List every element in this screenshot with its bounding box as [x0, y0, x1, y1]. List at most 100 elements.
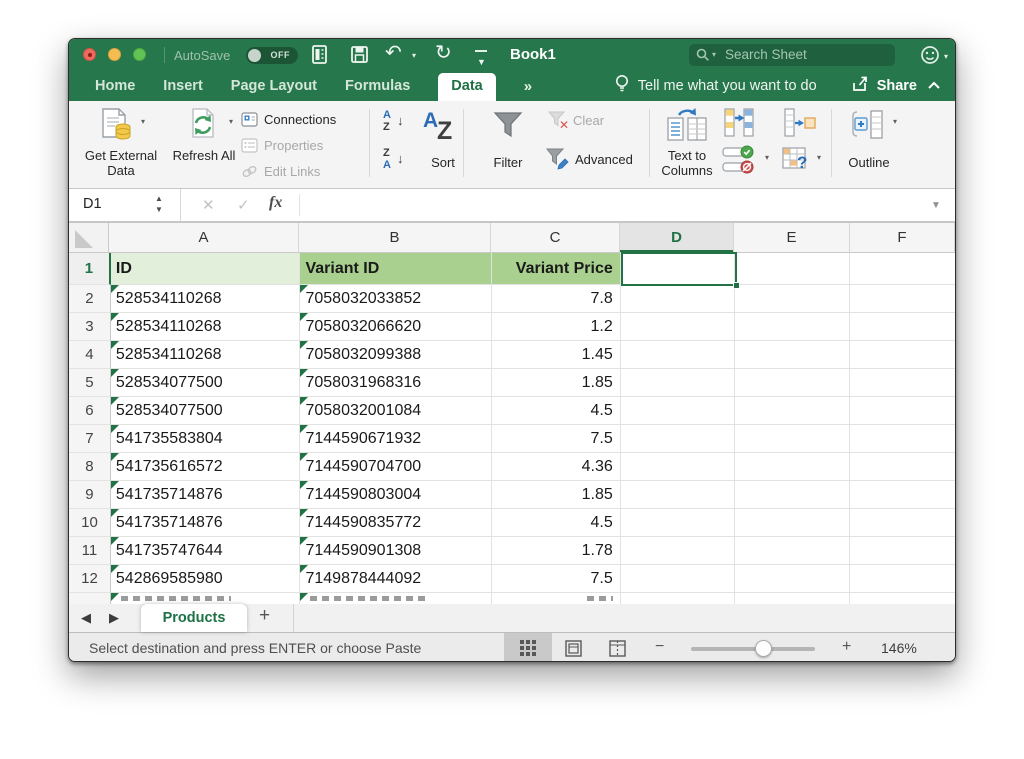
- cell[interactable]: [492, 593, 621, 604]
- cell-E11[interactable]: [735, 537, 851, 565]
- cell-B2[interactable]: 7058032033852: [300, 285, 492, 313]
- add-sheet-button[interactable]: +: [259, 605, 270, 627]
- sort-ascending-button[interactable]: A Z ↓: [381, 109, 415, 135]
- share-label[interactable]: Share: [877, 78, 917, 94]
- cell-C3[interactable]: 1.2: [492, 313, 621, 341]
- row-header-7[interactable]: 7: [69, 425, 111, 453]
- cell-D8[interactable]: [621, 453, 735, 481]
- cell-B3[interactable]: 7058032066620: [300, 313, 492, 341]
- smiley-dropdown-icon[interactable]: ▾: [944, 52, 948, 61]
- column-header-F[interactable]: F: [850, 223, 955, 253]
- advanced-filter-button[interactable]: Advanced: [575, 153, 649, 168]
- minimize-button[interactable]: [108, 48, 121, 61]
- row-header[interactable]: [69, 593, 111, 604]
- flash-fill-icon[interactable]: [721, 107, 757, 142]
- cell-F9[interactable]: [850, 481, 955, 509]
- prev-sheet-button[interactable]: ◀: [81, 610, 91, 626]
- cell-F2[interactable]: [850, 285, 955, 313]
- cell[interactable]: [111, 593, 301, 604]
- search-scope-dropdown-icon[interactable]: ▾: [712, 50, 716, 59]
- filter-icon[interactable]: [491, 109, 525, 146]
- cell-A6[interactable]: 528534077500: [111, 397, 301, 425]
- cell-A1[interactable]: ID: [111, 253, 301, 285]
- cell-E10[interactable]: [735, 509, 851, 537]
- data-validation-dropdown-icon[interactable]: ▾: [765, 153, 769, 162]
- column-header-B[interactable]: B: [299, 223, 491, 253]
- column-header-E[interactable]: E: [734, 223, 850, 253]
- cell-C4[interactable]: 1.45: [492, 341, 621, 369]
- insert-function-icon[interactable]: fx: [269, 194, 282, 212]
- cell-A2[interactable]: 528534110268: [111, 285, 301, 313]
- column-header-D[interactable]: D: [620, 223, 734, 253]
- cell-F7[interactable]: [850, 425, 955, 453]
- cell[interactable]: [621, 593, 735, 604]
- collapse-ribbon-icon[interactable]: [927, 77, 941, 95]
- row-header-8[interactable]: 8: [69, 453, 111, 481]
- ribbon-tab-home[interactable]: Home: [95, 78, 135, 94]
- refresh-all-button[interactable]: Refresh All: [169, 149, 239, 164]
- outline-icon[interactable]: [849, 108, 887, 147]
- page-layout-view-icon[interactable]: [565, 640, 582, 662]
- select-all-button[interactable]: [69, 223, 109, 253]
- zoom-in-button[interactable]: +: [842, 638, 851, 656]
- cell-E5[interactable]: [735, 369, 851, 397]
- cell-F11[interactable]: [850, 537, 955, 565]
- sort-icon[interactable]: AZ: [421, 107, 465, 149]
- next-sheet-button[interactable]: ▶: [109, 610, 119, 626]
- fullscreen-button[interactable]: [133, 48, 146, 61]
- refresh-all-dropdown-icon[interactable]: ▾: [229, 117, 233, 126]
- cell-C1[interactable]: Variant Price: [492, 253, 621, 285]
- more-tabs-icon[interactable]: »: [524, 78, 532, 95]
- cell-B9[interactable]: 7144590803004: [300, 481, 492, 509]
- cell-B4[interactable]: 7058032099388: [300, 341, 492, 369]
- cell-C11[interactable]: 1.78: [492, 537, 621, 565]
- cell-B12[interactable]: 7149878444092: [300, 565, 492, 593]
- cell-F1[interactable]: [850, 253, 955, 285]
- fill-handle[interactable]: [733, 282, 740, 289]
- cell-E12[interactable]: [735, 565, 851, 593]
- filter-button[interactable]: Filter: [481, 156, 535, 171]
- cell-D6[interactable]: [621, 397, 735, 425]
- zoom-slider-thumb[interactable]: [755, 640, 772, 657]
- row-header-1[interactable]: 1: [69, 253, 111, 285]
- row-header-12[interactable]: 12: [69, 565, 111, 593]
- undo-icon[interactable]: ↶: [385, 42, 402, 64]
- ribbon-tab-insert[interactable]: Insert: [163, 78, 203, 94]
- normal-view-icon[interactable]: [520, 640, 536, 661]
- cell-B6[interactable]: 7058032001084: [300, 397, 492, 425]
- consolidate-icon[interactable]: [781, 107, 817, 142]
- cell-E3[interactable]: [735, 313, 851, 341]
- page-break-view-icon[interactable]: [609, 640, 626, 662]
- name-box-stepper[interactable]: ▲▼: [155, 193, 163, 215]
- cell-D9[interactable]: [621, 481, 735, 509]
- sheet-tab-products[interactable]: Products: [141, 604, 247, 632]
- cell[interactable]: [300, 593, 492, 604]
- cell-D3[interactable]: [621, 313, 735, 341]
- text-to-columns-icon[interactable]: [665, 106, 709, 147]
- get-external-data-button[interactable]: Get External Data: [73, 149, 169, 179]
- feedback-smiley-icon[interactable]: ▾: [920, 45, 941, 71]
- text-to-columns-button[interactable]: Text to Columns: [657, 149, 717, 179]
- cell-D2[interactable]: [621, 285, 735, 313]
- row-header-5[interactable]: 5: [69, 369, 111, 397]
- cell-C10[interactable]: 4.5: [492, 509, 621, 537]
- connections-button[interactable]: Connections: [241, 108, 336, 130]
- cell-D12[interactable]: [621, 565, 735, 593]
- cell-F8[interactable]: [850, 453, 955, 481]
- cell-A4[interactable]: 528534110268: [111, 341, 301, 369]
- row-header-9[interactable]: 9: [69, 481, 111, 509]
- cell-C5[interactable]: 1.85: [492, 369, 621, 397]
- name-box[interactable]: D1 ▲▼: [69, 189, 181, 221]
- get-external-data-dropdown-icon[interactable]: ▾: [141, 117, 145, 126]
- cell-D5[interactable]: [621, 369, 735, 397]
- cell-E2[interactable]: [735, 285, 851, 313]
- cell-D10[interactable]: [621, 509, 735, 537]
- autosave-toggle[interactable]: OFF: [246, 47, 298, 64]
- cell-C12[interactable]: 7.5: [492, 565, 621, 593]
- cell-E4[interactable]: [735, 341, 851, 369]
- cell-C2[interactable]: 7.8: [492, 285, 621, 313]
- row-header-11[interactable]: 11: [69, 537, 111, 565]
- cell-D11[interactable]: [621, 537, 735, 565]
- share-icon[interactable]: [851, 75, 870, 98]
- cell-A9[interactable]: 541735714876: [111, 481, 301, 509]
